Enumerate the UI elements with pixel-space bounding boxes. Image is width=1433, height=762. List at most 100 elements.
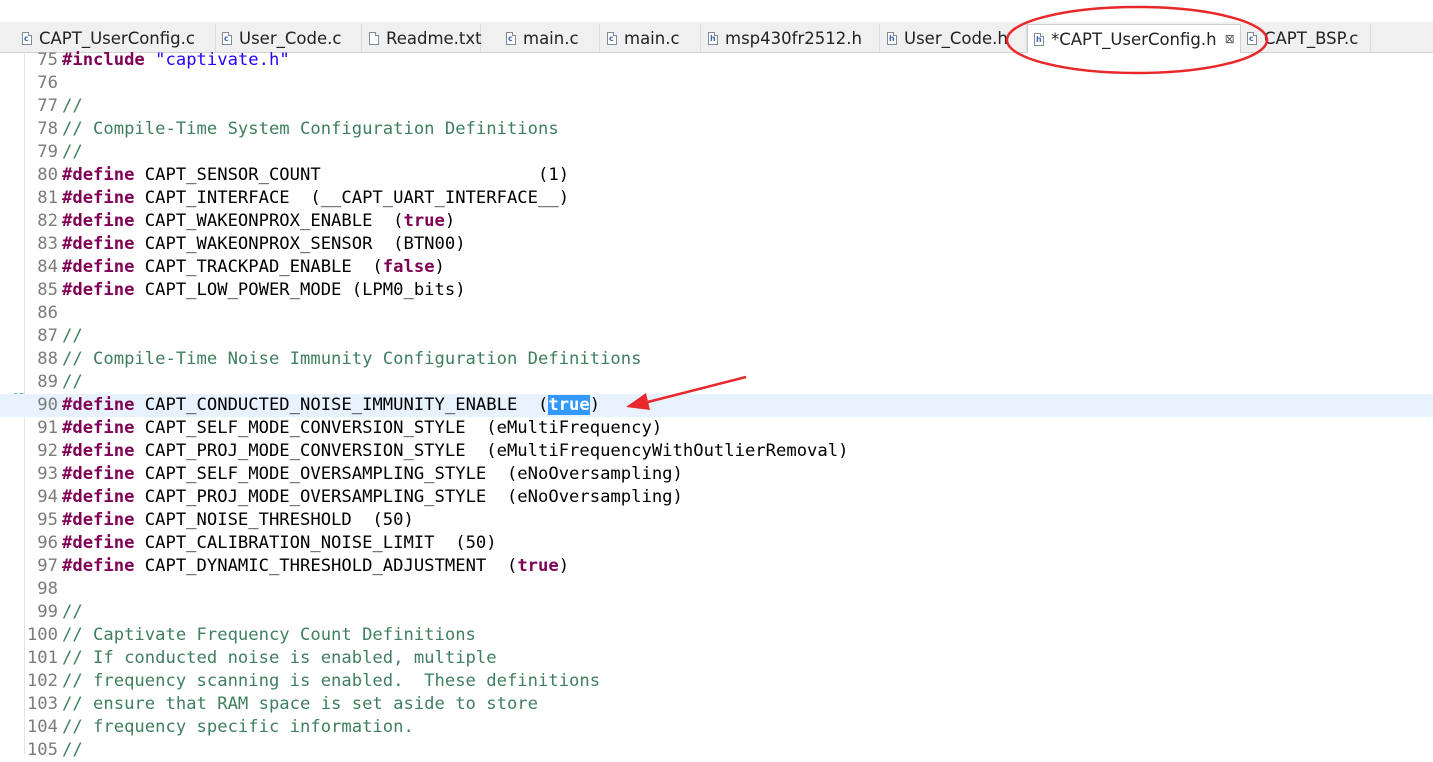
text-file-icon xyxy=(369,31,379,45)
code-editor[interactable]: 75 #include "captivate.h" 76 77//78// Compi… xyxy=(0,50,1433,760)
h-file-icon: h xyxy=(1034,32,1044,46)
code-token: #include xyxy=(62,50,145,70)
line-number: 84 xyxy=(37,257,58,277)
code-text: #define CAPT_DYNAMIC_THRESHOLD_ADJUSTMEN… xyxy=(62,555,569,578)
code-text: // xyxy=(62,371,83,394)
code-token: ) xyxy=(434,257,445,277)
line-number: 78 xyxy=(37,119,58,139)
code-token: // xyxy=(62,96,83,116)
code-token: CAPT_SELF_MODE_OVERSAMPLING_STYLE (eNoOv… xyxy=(134,464,683,484)
code-token: // xyxy=(62,142,83,162)
code-line[interactable]: 105// xyxy=(0,739,1433,762)
code-text: #define CAPT_SELF_MODE_CONVERSION_STYLE … xyxy=(62,417,662,440)
code-line[interactable]: 93 #define CAPT_SELF_MODE_OVERSAMPLING_ST… xyxy=(0,463,1433,486)
code-text: // xyxy=(62,739,83,762)
code-line[interactable]: 104// frequency specific information. xyxy=(0,716,1433,739)
line-number: 91 xyxy=(37,418,58,438)
line-number: 93 xyxy=(37,464,58,484)
code-line[interactable]: 92 #define CAPT_PROJ_MODE_CONVERSION_STYL… xyxy=(0,440,1433,463)
code-text: // ensure that RAM space is set aside to… xyxy=(62,693,538,716)
code-token: "captivate.h" xyxy=(155,50,290,70)
c-file-icon: c xyxy=(1247,31,1257,45)
line-number: 97 xyxy=(37,556,58,576)
code-text: #define CAPT_PROJ_MODE_CONVERSION_STYLE … xyxy=(62,440,848,463)
code-line[interactable]: 88// Compile-Time Noise Immunity Configu… xyxy=(0,348,1433,371)
tab-6[interactable]: h User_Code.h xyxy=(881,24,1027,52)
tab-label: main.c xyxy=(523,28,579,48)
code-line[interactable]: 80 #define CAPT_SENSOR_COUNT (1) xyxy=(0,164,1433,187)
code-token: CAPT_CONDUCTED_NOISE_IMMUNITY_ENABLE ( xyxy=(134,395,549,415)
code-line[interactable]: 96 #define CAPT_CALIBRATION_NOISE_LIMIT (… xyxy=(0,532,1433,555)
code-line[interactable]: 83 #define CAPT_WAKEONPROX_SENSOR (BTN00) xyxy=(0,233,1433,256)
code-token: true xyxy=(517,556,559,576)
tab-label: CAPT_UserConfig.c xyxy=(39,28,195,48)
code-text: #define CAPT_CALIBRATION_NOISE_LIMIT (50… xyxy=(62,532,497,555)
code-line[interactable]: 97 #define CAPT_DYNAMIC_THRESHOLD_ADJUSTM… xyxy=(0,555,1433,578)
code-token: #define xyxy=(62,165,135,185)
tab-label: User_Code.c xyxy=(239,28,342,48)
code-line[interactable]: 79// xyxy=(0,141,1433,164)
code-line[interactable]: 98 xyxy=(0,578,1433,601)
code-line[interactable]: 77// xyxy=(0,95,1433,118)
c-file-icon: c xyxy=(506,31,516,45)
tab-4[interactable]: c main.c xyxy=(601,24,701,52)
tab-8[interactable]: c CAPT_BSP.c xyxy=(1241,24,1371,52)
code-text: // frequency specific information. xyxy=(62,716,414,739)
code-line[interactable]: 76 xyxy=(0,72,1433,95)
code-token: // frequency specific information. xyxy=(62,717,414,737)
line-number: 99 xyxy=(37,602,58,622)
code-token: #define xyxy=(62,418,135,438)
code-token: #define xyxy=(62,188,135,208)
c-file-icon: c xyxy=(222,31,232,45)
tab-1[interactable]: c User_Code.c xyxy=(216,24,362,52)
code-line[interactable]: 103// ensure that RAM space is set aside… xyxy=(0,693,1433,716)
tab-0[interactable]: c CAPT_UserConfig.c xyxy=(16,24,216,52)
selected-token: true xyxy=(548,395,590,415)
code-line[interactable]: 75 #include "captivate.h" xyxy=(0,49,1433,72)
code-token: CAPT_INTERFACE (__CAPT_UART_INTERFACE__) xyxy=(134,188,570,208)
code-line[interactable]: 81 #define CAPT_INTERFACE (__CAPT_UART_IN… xyxy=(0,187,1433,210)
code-token: false xyxy=(382,257,435,277)
code-line[interactable]: 89// xyxy=(0,371,1433,394)
code-token: true xyxy=(403,211,445,231)
code-line[interactable]: 87// xyxy=(0,325,1433,348)
line-number: 104 xyxy=(26,717,58,737)
code-line[interactable]: 99// xyxy=(0,601,1433,624)
code-line[interactable]: 84 #define CAPT_TRACKPAD_ENABLE (false) xyxy=(0,256,1433,279)
code-line[interactable]: 90 #define CAPT_CONDUCTED_NOISE_IMMUNITY_… xyxy=(0,394,1433,417)
tab-close-icon[interactable]: ⊠ xyxy=(1225,32,1235,46)
code-text: // xyxy=(62,141,83,164)
code-token: CAPT_LOW_POWER_MODE (LPM0_bits) xyxy=(134,280,466,300)
code-text: // xyxy=(62,325,83,348)
line-number: 89 xyxy=(37,372,58,392)
tab-3[interactable]: c main.c xyxy=(500,24,600,52)
code-token: // frequency scanning is enabled. These … xyxy=(62,671,601,691)
code-line[interactable]: 95 #define CAPT_NOISE_THRESHOLD (50) xyxy=(0,509,1433,532)
code-line[interactable]: 86 xyxy=(0,302,1433,325)
tab-2[interactable]: Readme.txt xyxy=(363,24,482,52)
code-line[interactable]: 78// Compile-Time System Configuration D… xyxy=(0,118,1433,141)
line-number: 86 xyxy=(37,303,58,323)
code-text: #define CAPT_SELF_MODE_OVERSAMPLING_STYL… xyxy=(62,463,683,486)
code-line[interactable]: 101// If conducted noise is enabled, mul… xyxy=(0,647,1433,670)
line-number: 105 xyxy=(26,740,58,760)
code-token: #define xyxy=(62,395,135,415)
line-number: 76 xyxy=(37,73,58,93)
c-file-icon: c xyxy=(22,31,32,45)
line-number: 87 xyxy=(37,326,58,346)
code-token: ) xyxy=(589,395,601,415)
code-text: #include "captivate.h" xyxy=(62,49,290,72)
code-line[interactable]: 82 #define CAPT_WAKEONPROX_ENABLE (true) xyxy=(0,210,1433,233)
window-top-strip xyxy=(0,0,1433,22)
code-line[interactable]: 100// Captivate Frequency Count Definiti… xyxy=(0,624,1433,647)
code-token: CAPT_SENSOR_COUNT (1) xyxy=(134,165,570,185)
tab-label: CAPT_BSP.c xyxy=(1264,28,1359,48)
code-line[interactable]: 85 #define CAPT_LOW_POWER_MODE (LPM0_bits… xyxy=(0,279,1433,302)
tab-5[interactable]: h msp430fr2512.h xyxy=(702,24,880,52)
code-line[interactable]: 102// frequency scanning is enabled. The… xyxy=(0,670,1433,693)
tab-label: Readme.txt xyxy=(386,28,482,48)
tab-label: User_Code.h xyxy=(904,28,1008,48)
code-line[interactable]: 91 #define CAPT_SELF_MODE_CONVERSION_STYL… xyxy=(0,417,1433,440)
code-line[interactable]: 94 #define CAPT_PROJ_MODE_OVERSAMPLING_ST… xyxy=(0,486,1433,509)
